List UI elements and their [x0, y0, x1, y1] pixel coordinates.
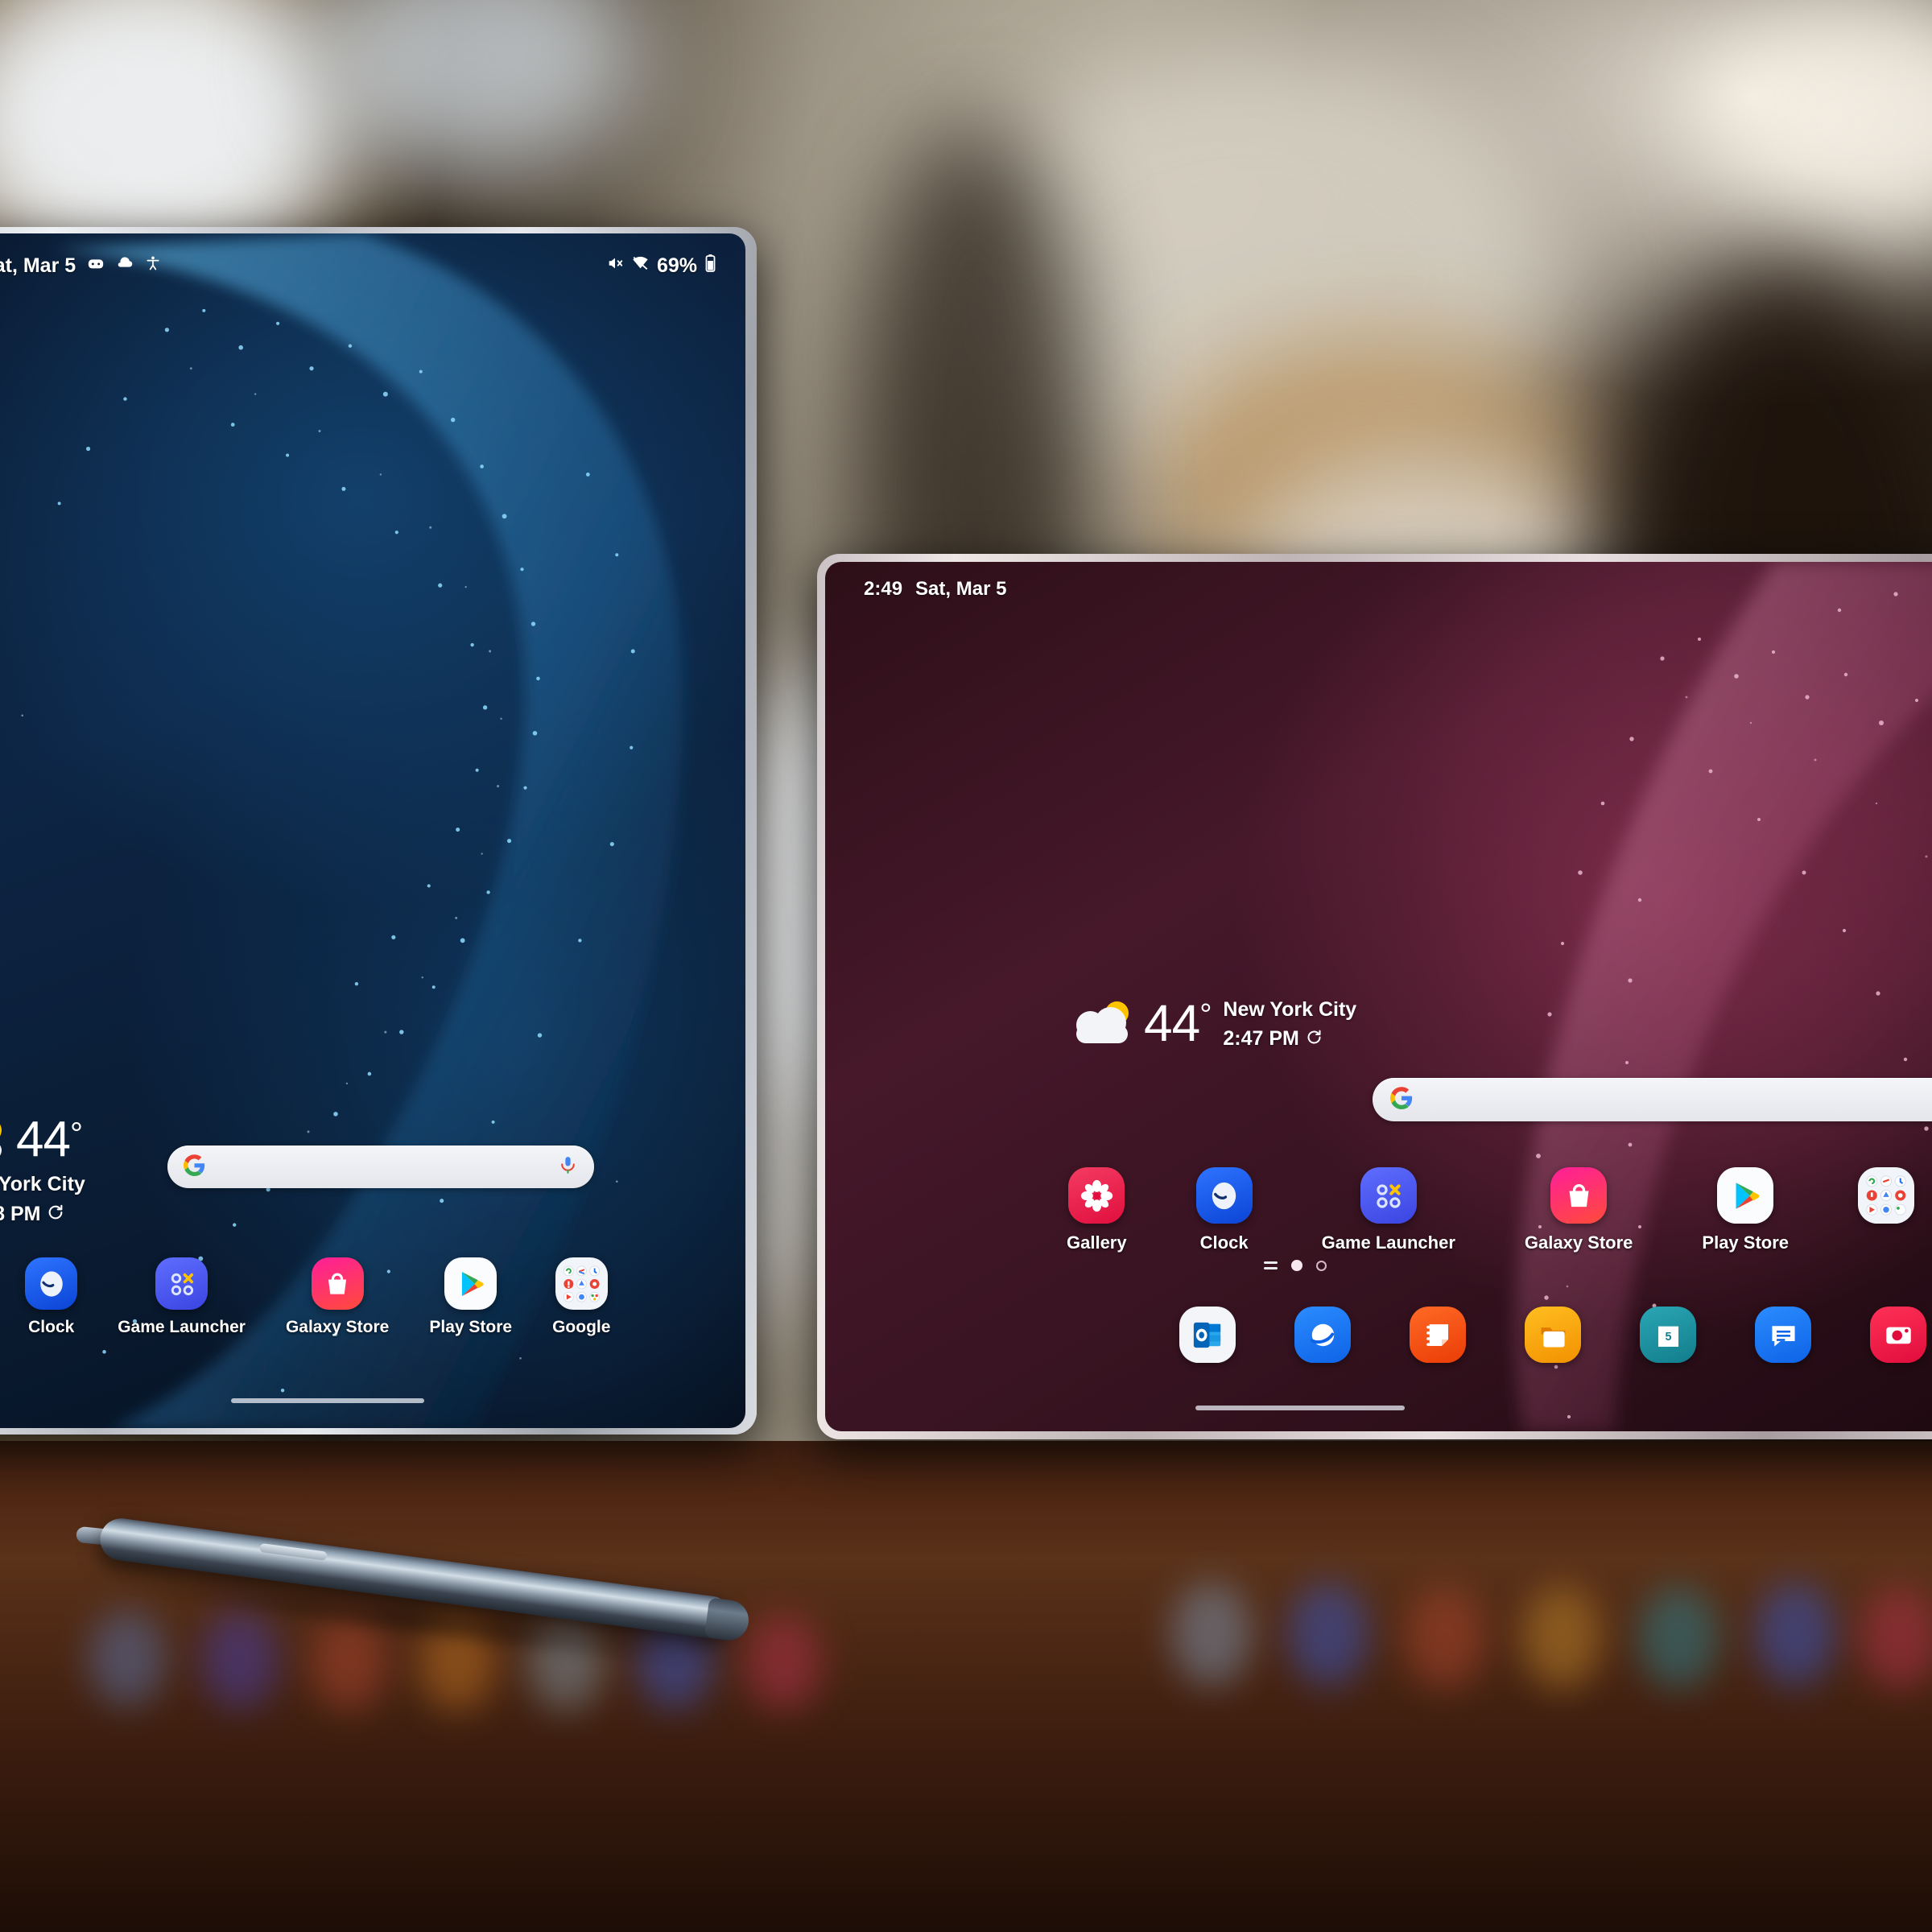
weather-location: New York City [1223, 998, 1357, 1021]
page-indicator-right[interactable] [1264, 1260, 1327, 1271]
battery-icon [704, 254, 716, 279]
refresh-icon[interactable] [47, 1203, 64, 1225]
game-launcher-icon [1360, 1167, 1417, 1224]
app-row-right[interactable]: Gallery Clock Game Launcher Galaxy Store… [1067, 1167, 1915, 1253]
table-icon-reflection [1638, 1586, 1719, 1689]
tablet-right[interactable]: 2:49 Sat, Mar 5 44 ° New York City 2:47 … [817, 554, 1932, 1439]
galaxy-store-icon [311, 1257, 364, 1310]
photo-scene: 2:49 Sat, Mar 5 [0, 0, 1932, 1932]
app-list-icon[interactable] [1264, 1261, 1278, 1269]
app-play-store[interactable]: Play Store [1702, 1167, 1789, 1253]
tablet-right-screen[interactable]: 2:49 Sat, Mar 5 44 ° New York City 2:47 … [825, 562, 1932, 1431]
weather-temperature: 44 [1144, 993, 1200, 1052]
camera-icon[interactable] [1870, 1307, 1926, 1363]
galaxy-store-icon [1550, 1167, 1608, 1224]
accessibility-icon [145, 254, 161, 278]
outlook-icon[interactable] [1179, 1307, 1236, 1363]
game-controller-icon [87, 254, 105, 278]
weather-widget-left[interactable]: 44 ° New York City 2:48 PM [0, 1115, 85, 1226]
google-search-bar-right[interactable] [1373, 1078, 1932, 1121]
s-pen-end-cap [704, 1597, 751, 1643]
table-icon-reflection [1288, 1582, 1368, 1686]
mute-icon [606, 254, 624, 278]
partly-cloudy-icon [1075, 1000, 1137, 1046]
refresh-icon[interactable] [1306, 1029, 1323, 1050]
google-folder-icon [1858, 1167, 1915, 1224]
wallpaper-maroon [825, 562, 1932, 1431]
app-gallery[interactable]: Gallery [1067, 1167, 1127, 1253]
gallery-icon [1068, 1167, 1125, 1224]
google-search-bar-left[interactable] [167, 1146, 594, 1188]
reminder-icon[interactable] [1410, 1307, 1466, 1363]
weather-degree-symbol: ° [69, 1117, 83, 1152]
page-dot[interactable] [1316, 1260, 1327, 1271]
tablet-left-screen[interactable]: 2:49 Sat, Mar 5 [0, 233, 745, 1428]
page-dot-active[interactable] [1291, 1260, 1302, 1271]
table-icon-reflection [1860, 1586, 1932, 1689]
app-label: Galaxy Store [1524, 1232, 1633, 1253]
app-galaxy-store[interactable]: Galaxy Store [1525, 1167, 1633, 1253]
google-g-icon [1390, 1086, 1413, 1113]
table-icon-reflection [89, 1610, 166, 1707]
battery-percent: 69% [656, 254, 697, 277]
app-google-folder[interactable] [1858, 1167, 1915, 1253]
table-icon-reflection [201, 1610, 279, 1710]
calendar-icon[interactable]: 5 [1640, 1307, 1696, 1363]
home-bar[interactable] [231, 1398, 424, 1403]
table-icon-reflection [1521, 1586, 1602, 1689]
svg-text:5: 5 [1665, 1330, 1671, 1343]
status-date: Sat, Mar 5 [0, 254, 76, 277]
app-game-launcher[interactable]: Game Launcher [118, 1257, 246, 1337]
app-play-store[interactable]: Play Store [429, 1257, 512, 1337]
app-label: Clock [1199, 1232, 1249, 1253]
weather-cloud-icon [116, 254, 134, 278]
wifi-icon [631, 254, 650, 278]
weather-updated-time: 2:48 PM [0, 1203, 41, 1225]
app-galaxy-store[interactable]: Galaxy Store [286, 1257, 389, 1337]
dock-right[interactable]: 5 [1179, 1307, 1926, 1363]
status-bar-right: 2:49 Sat, Mar 5 [864, 573, 1932, 605]
game-launcher-icon [155, 1257, 208, 1310]
status-date: Sat, Mar 5 [915, 578, 1007, 600]
status-bar-left: 2:49 Sat, Mar 5 [0, 248, 716, 283]
app-label: Game Launcher [118, 1318, 246, 1336]
table-icon-reflection [1405, 1586, 1485, 1689]
app-label: Clock [28, 1318, 75, 1336]
weather-widget-right-inner[interactable]: 44 ° New York City 2:47 PM [1075, 995, 1356, 1051]
tablet-left[interactable]: 2:49 Sat, Mar 5 [0, 227, 757, 1435]
wallpaper-blue [0, 233, 745, 1428]
app-label: Google [552, 1318, 611, 1336]
app-label: Play Store [429, 1318, 513, 1336]
microphone-icon[interactable] [558, 1155, 578, 1179]
weather-temperature: 44 [16, 1112, 71, 1167]
status-time: 2:49 [864, 578, 903, 600]
app-label: Gallery [1067, 1232, 1127, 1253]
app-label: Game Launcher [1321, 1232, 1455, 1253]
play-store-icon [444, 1257, 497, 1310]
app-row-left[interactable]: Gallery Clock [0, 1257, 610, 1337]
weather-degree-symbol: ° [1199, 998, 1212, 1032]
messages-icon[interactable] [1755, 1307, 1811, 1363]
table-icon-reflection [1755, 1582, 1835, 1686]
table-icon-reflection [1171, 1582, 1252, 1686]
clock-icon [1195, 1167, 1253, 1224]
app-label: Play Store [1702, 1232, 1790, 1253]
google-folder-icon [555, 1257, 608, 1310]
partly-cloudy-icon [0, 1117, 10, 1162]
app-google-folder[interactable]: Google [552, 1257, 610, 1337]
app-game-launcher[interactable]: Game Launcher [1322, 1167, 1455, 1253]
app-clock[interactable]: Clock [1195, 1167, 1253, 1253]
app-clock[interactable]: Clock [25, 1257, 78, 1337]
clock-icon [25, 1257, 78, 1310]
home-bar[interactable] [1195, 1406, 1405, 1410]
play-store-icon [1717, 1167, 1774, 1224]
my-files-icon[interactable] [1525, 1307, 1581, 1363]
weather-location: New York City [0, 1173, 85, 1195]
google-g-icon [184, 1154, 205, 1180]
weather-updated-time: 2:47 PM [1223, 1027, 1299, 1050]
internet-icon[interactable] [1294, 1307, 1351, 1363]
app-label: Galaxy Store [285, 1318, 390, 1336]
